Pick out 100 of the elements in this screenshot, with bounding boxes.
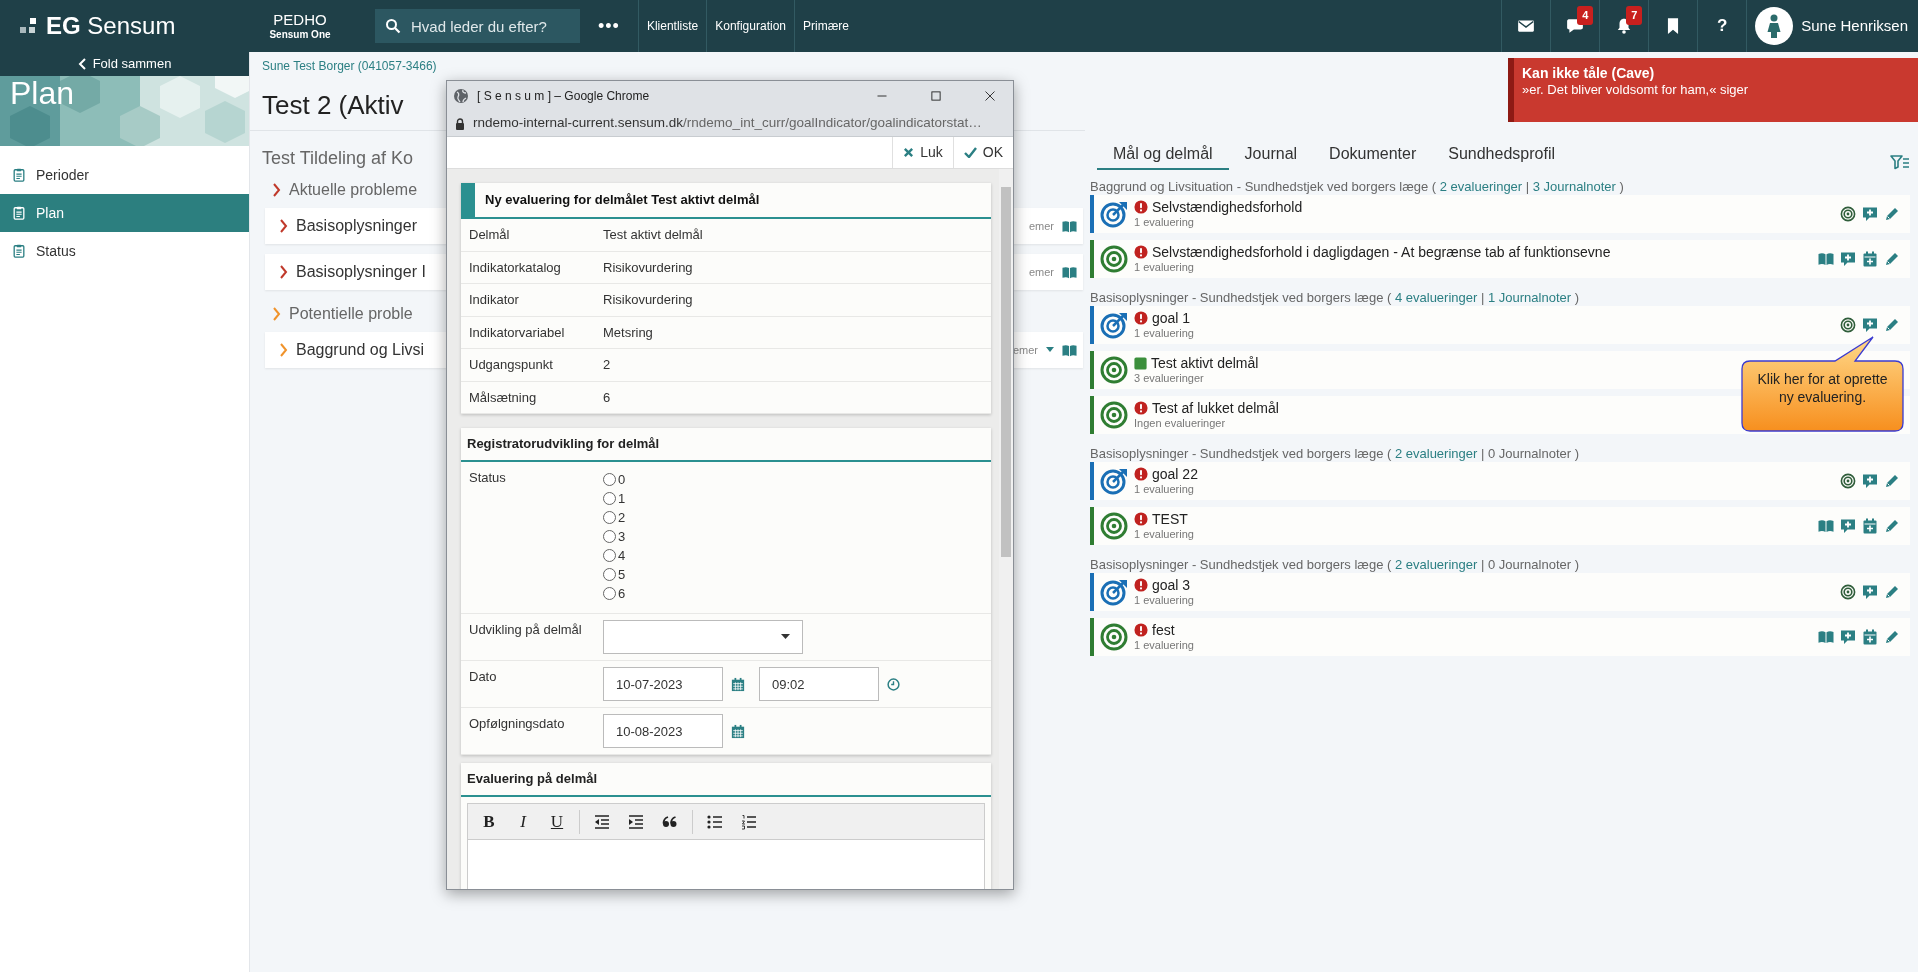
numbered-list-icon[interactable] [741,813,757,830]
nav-link[interactable]: Primære [794,0,857,52]
header-link[interactable]: 2 evalueringer [1394,446,1478,461]
tab[interactable]: Journal [1228,140,1314,170]
calendar-icon[interactable] [731,723,745,739]
scrollbar-thumb[interactable] [1001,187,1011,557]
time-field[interactable]: 09:02 [759,667,879,701]
avatar-icon[interactable] [1755,7,1794,45]
quote-icon[interactable] [662,813,678,830]
goal-row[interactable]: Selvstændighedsforhold 1 evaluering [1090,195,1910,233]
radio-button[interactable] [603,473,616,486]
evaluation-count: 1 evaluering [1134,638,1194,652]
goal-row[interactable]: goal 1 1 evaluering [1090,306,1910,344]
pencil-icon[interactable] [1884,518,1900,534]
header-link[interactable]: 2 evalueringer [1439,179,1523,194]
clock-icon[interactable] [887,677,900,691]
radio-button[interactable] [603,492,616,505]
book-icon[interactable] [1062,342,1077,358]
filter-icon[interactable] [1890,154,1910,170]
date-field[interactable]: 10-08-2023 [603,714,723,748]
nav-link[interactable]: Klientliste [637,0,707,52]
bullet-list-icon[interactable] [707,813,723,830]
calendar-plus-icon[interactable] [1862,251,1878,267]
radio-label[interactable]: 4 [618,545,626,566]
pencil-icon[interactable] [1884,473,1900,489]
radio-label[interactable]: 0 [618,469,626,490]
target-icon[interactable] [1840,206,1856,222]
comment-plus-icon[interactable] [1862,584,1878,600]
radio-button[interactable] [603,568,616,581]
tab[interactable]: Sundhedsprofil [1432,140,1571,170]
target-icon[interactable] [1840,584,1856,600]
calendar-plus-icon[interactable] [1862,518,1878,534]
date-field[interactable]: 10-07-2023 [603,667,723,701]
book-icon[interactable] [1818,629,1834,645]
radio-button[interactable] [603,549,616,562]
nav-link[interactable]: Konfiguration [706,0,794,52]
outdent-icon[interactable] [594,813,610,830]
comment-plus-icon[interactable] [1840,251,1856,267]
italic-button[interactable]: I [508,807,538,836]
collapse-button[interactable]: Fold sammen [0,52,249,76]
clipboard-icon [12,205,26,221]
calendar-plus-icon[interactable] [1862,629,1878,645]
radio-button[interactable] [603,511,616,524]
radio-button[interactable] [603,587,616,600]
evaluation-count: 1 evaluering [1134,527,1194,541]
target-icon[interactable] [1840,317,1856,333]
mail-icon[interactable] [1517,17,1536,35]
bold-button[interactable]: B [474,807,504,836]
book-icon[interactable] [1818,518,1834,534]
tab[interactable]: Dokumenter [1313,140,1433,170]
comment-plus-icon[interactable] [1840,629,1856,645]
header-link[interactable]: 1 Journalnoter [1487,290,1572,305]
comment-plus-icon[interactable] [1862,473,1878,489]
breadcrumb-link[interactable]: Sune Test Borger (041057-3466) [250,52,1085,74]
goal-row[interactable]: goal 3 1 evaluering [1090,573,1910,611]
organization-name: PEDHO [273,12,327,29]
maximize-icon[interactable] [930,90,942,102]
text-editor[interactable]: B I U [467,803,985,889]
header-link[interactable]: 4 evalueringer [1394,290,1478,305]
sidebar-item[interactable]: Perioder [0,156,249,194]
plan-subtitle: Test Tildeling af Ko [261,147,415,170]
comment-plus-icon[interactable] [1862,206,1878,222]
book-icon[interactable] [1062,264,1077,280]
target-icon[interactable] [1840,473,1856,489]
goal-row[interactable]: Selvstændighedsforhold i dagligdagen - At begrænse tab af funktionsevne 1 evaluering [1090,240,1910,278]
radio-label[interactable]: 3 [618,526,626,547]
radio-label[interactable]: 2 [618,507,626,528]
comment-plus-icon[interactable] [1862,317,1878,333]
book-icon[interactable] [1818,251,1834,267]
radio-label[interactable]: 5 [618,564,626,585]
header-link[interactable]: 3 Journalnoter [1532,179,1616,194]
book-icon[interactable] [1062,218,1077,234]
tab[interactable]: Mål og delmål [1097,140,1229,170]
header-link[interactable]: 2 evalueringer [1394,557,1478,572]
globe-icon [453,88,469,104]
pencil-icon[interactable] [1884,251,1900,267]
close-icon[interactable] [984,90,996,102]
radio-button[interactable] [603,530,616,543]
radio-label[interactable]: 6 [618,583,626,604]
radio-label[interactable]: 1 [618,488,626,509]
notification-badge: 4 [1577,6,1594,25]
goal-row[interactable]: fest 1 evaluering [1090,618,1910,656]
field-value: Risikovurdering [603,291,693,309]
pencil-icon[interactable] [1884,206,1900,222]
user-name[interactable]: Sune Henriksen [1801,14,1908,38]
help-button[interactable]: ? [1717,13,1728,39]
sidebar-item[interactable]: Plan [0,194,249,232]
search-field[interactable]: Hvad leder du efter? [407,9,580,43]
underline-button[interactable]: U [542,807,572,836]
calendar-icon[interactable] [731,676,745,692]
pencil-icon[interactable] [1884,629,1900,645]
comment-plus-icon[interactable] [1840,518,1856,534]
dropdown-field[interactable] [603,620,803,654]
sidebar-item[interactable]: Status [0,232,249,270]
indent-icon[interactable] [628,813,644,830]
pencil-icon[interactable] [1884,317,1900,333]
goal-row[interactable]: goal 22 1 evaluering [1090,462,1910,500]
more-button[interactable]: ••• [580,12,638,40]
goal-row[interactable]: TEST 1 evaluering [1090,507,1910,545]
pencil-icon[interactable] [1884,584,1900,600]
